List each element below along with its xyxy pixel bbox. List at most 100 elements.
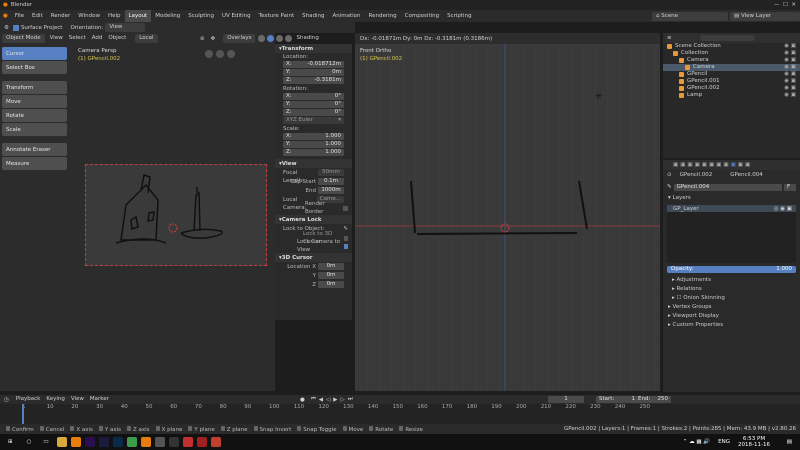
outliner-item[interactable]: GPencil.002 ◉ ▣ <box>663 85 800 92</box>
workspace-tab-scripting[interactable]: Scripting <box>443 10 475 22</box>
shading-menu[interactable]: Shading <box>293 33 321 44</box>
lock-camera-to-view-checkbox[interactable] <box>343 243 348 249</box>
workspace-tab-compositing[interactable]: Compositing <box>401 10 443 22</box>
rotation-y-field[interactable]: Y: 0° <box>283 101 344 108</box>
windows-start-icon[interactable]: ⊞ <box>8 439 13 445</box>
pin-icon[interactable]: ⊙ <box>667 172 672 178</box>
jump-end-icon[interactable]: ⏭ <box>348 396 353 403</box>
playback-controls[interactable]: ● ⏮ ◀ ◁ ▶ ▷ ⏭ <box>300 396 353 403</box>
play-icon[interactable]: ▶ <box>333 397 337 403</box>
window-controls[interactable]: — ☐ ✕ <box>774 2 796 8</box>
overlays-dropdown[interactable]: Overlays <box>223 34 256 43</box>
navigation-gizmos[interactable] <box>205 50 235 58</box>
visibility-icons[interactable]: ◉ ▣ <box>784 50 796 57</box>
properties-tab-icons[interactable]: ▣▣▣▣▣▣▣▣▣▣▣ <box>673 162 752 168</box>
tool-rotate[interactable]: Rotate <box>2 109 67 122</box>
context-object-b[interactable]: GPencil.004 <box>730 172 763 178</box>
visibility-icons[interactable]: ◉ ▣ <box>784 43 796 50</box>
rotation-x-field[interactable]: X: 0° <box>283 93 344 100</box>
premiere-icon[interactable] <box>84 437 95 447</box>
view-panel-header[interactable]: ▾ View <box>275 159 352 168</box>
menu-select[interactable]: Select <box>66 33 89 44</box>
wireframe-icon[interactable] <box>258 35 266 42</box>
prev-keyframe-icon[interactable]: ◀ <box>319 397 323 403</box>
visibility-icons[interactable]: ◉ ▣ <box>784 64 796 71</box>
outliner-item[interactable]: Lamp ◉ ▣ <box>663 92 800 99</box>
visibility-icons[interactable]: ◉ ▣ <box>784 85 796 92</box>
data-name-field[interactable]: GPencil.004 <box>673 183 782 191</box>
transform-orientation-dropdown[interactable]: Local <box>135 34 158 43</box>
scale-x-field[interactable]: X: 1.000 <box>283 133 344 140</box>
layer-visibility-icons[interactable]: ◎ ◉ ▣ <box>774 206 792 212</box>
workspace-tab-animation[interactable]: Animation <box>328 10 364 22</box>
outliner-item[interactable]: Camera ◉ ▣ <box>663 57 800 64</box>
menu-view[interactable]: View <box>47 33 66 44</box>
next-keyframe-icon[interactable]: ▷ <box>340 397 344 403</box>
scale-z-field[interactable]: Z: 1.000 <box>283 149 344 156</box>
onion-skinning-section[interactable]: ▸ ☐ Onion Skinning <box>663 294 800 303</box>
clip-end-field[interactable]: 1000m <box>318 186 344 194</box>
zoom-icon[interactable] <box>227 50 235 58</box>
vertex-groups-section[interactable]: ▸ Vertex Groups <box>663 303 800 312</box>
cursor-x-field[interactable]: 0m <box>318 262 344 270</box>
outliner-item[interactable]: Camera ◉ ▣ <box>663 64 800 71</box>
view-layer-selector[interactable]: ▤ View Layer <box>730 11 800 21</box>
menu-object[interactable]: Object <box>105 33 129 44</box>
record-icon[interactable]: ● <box>300 397 305 403</box>
solid-icon[interactable] <box>267 35 275 42</box>
notifications-icon[interactable]: ▤ <box>787 439 792 445</box>
menu-render[interactable]: Render <box>47 10 75 22</box>
workspace-tab-modeling[interactable]: Modeling <box>151 10 184 22</box>
scene-selector[interactable]: ⌂ Scene <box>652 11 728 21</box>
outliner-item[interactable]: Collection ◉ ▣ <box>663 50 800 57</box>
surface-project-checkbox[interactable] <box>12 24 19 31</box>
clock[interactable]: 6:53 PM 2018-11-16 <box>738 436 770 448</box>
tool-measure[interactable]: Measure <box>2 157 67 170</box>
tool-scale[interactable]: Scale <box>2 123 67 136</box>
menu-help[interactable]: Help <box>104 10 125 22</box>
layer-item[interactable]: GP_Layer ◎ ◉ ▣ <box>667 205 796 212</box>
eyedropper-icon[interactable]: ✎ <box>343 225 348 233</box>
blender-menu-icon[interactable]: ● <box>3 13 8 19</box>
select-mode-icon[interactable]: ⊚ <box>200 36 205 42</box>
camera-view-icon[interactable] <box>205 50 213 58</box>
cursor-z-field[interactable]: 0m <box>318 280 344 288</box>
adjustments-section[interactable]: ▸ Adjustments <box>663 276 800 285</box>
rotation-z-field[interactable]: Z: 0° <box>283 109 344 116</box>
3d-cursor-panel-header[interactable]: ▾ 3D Cursor <box>275 253 352 262</box>
orientation-dropdown[interactable]: View <box>105 23 146 32</box>
rotation-mode-dropdown[interactable]: XYZ Euler ▾ <box>283 117 344 124</box>
workspace-tab-uv-editing[interactable]: UV Editing <box>218 10 255 22</box>
tool-transform[interactable]: Transform <box>2 81 67 94</box>
pan-hand-icon[interactable] <box>216 50 224 58</box>
shading-modes[interactable] <box>257 35 293 42</box>
app-icon-red-3[interactable] <box>210 437 221 447</box>
app-icon-red-2[interactable] <box>196 437 207 447</box>
workspace-tab-texture-paint[interactable]: Texture Paint <box>255 10 299 22</box>
viewport-display-section[interactable]: ▸ Viewport Display <box>663 312 800 321</box>
context-object-a[interactable]: GPencil.002 <box>680 172 713 178</box>
location-y-field[interactable]: Y: 0m <box>283 69 344 76</box>
current-frame-field[interactable]: 1 <box>548 395 584 403</box>
visibility-icons[interactable]: ◉ ▣ <box>784 78 796 85</box>
tool-annotate-eraser[interactable]: Annotate Eraser <box>2 143 67 156</box>
visibility-icons[interactable]: ◉ ▣ <box>784 92 796 99</box>
after-effects-icon[interactable] <box>98 437 109 447</box>
outliner-item[interactable]: GPencil.001 ◉ ▣ <box>663 78 800 85</box>
tool-cursor[interactable]: Cursor <box>2 47 67 60</box>
tool-move[interactable]: Move <box>2 95 67 108</box>
search-icon[interactable]: ○ <box>27 439 32 445</box>
material-icon[interactable] <box>276 35 284 42</box>
workspace-tab-rendering[interactable]: Rendering <box>365 10 401 22</box>
mode-dropdown[interactable]: Object Mode <box>2 34 45 43</box>
rendered-icon[interactable] <box>285 35 293 42</box>
menu-edit[interactable]: Edit <box>28 10 47 22</box>
lock-to-3d-cursor-checkbox[interactable] <box>343 235 348 241</box>
clip-start-field[interactable]: 0.1m <box>318 177 344 185</box>
visibility-icons[interactable]: ◉ ▣ <box>784 71 796 78</box>
app-icon-red[interactable] <box>182 437 193 447</box>
store-icon[interactable] <box>168 437 179 447</box>
front-ortho-viewport[interactable]: ✳ <box>355 33 660 391</box>
outliner-editor-icon[interactable]: ≡ <box>667 35 672 41</box>
playhead[interactable] <box>22 404 24 424</box>
